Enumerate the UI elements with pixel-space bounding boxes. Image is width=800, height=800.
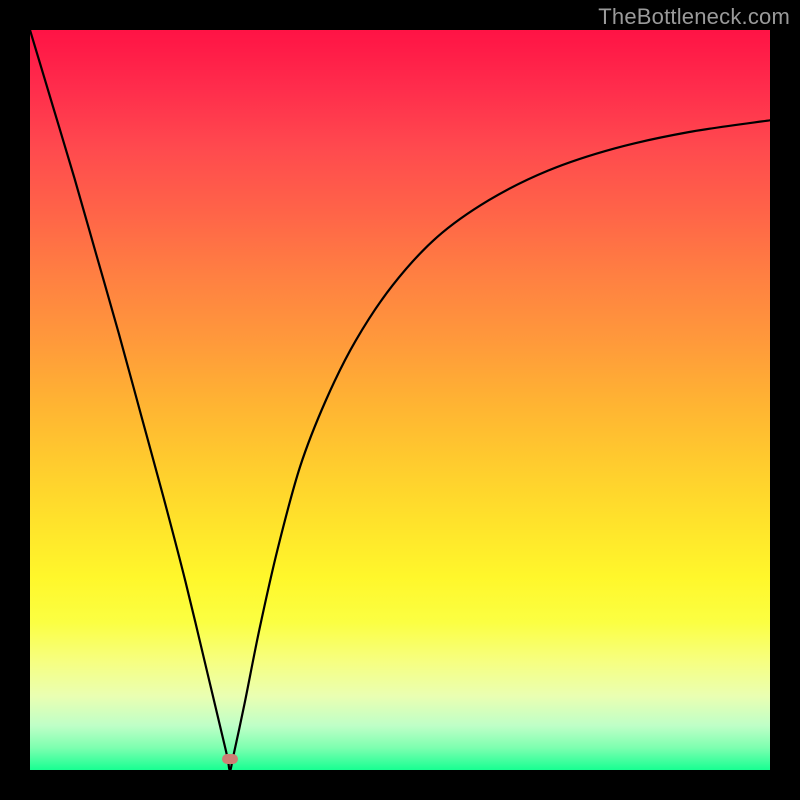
watermark-text: TheBottleneck.com <box>598 4 790 30</box>
plot-area <box>30 30 770 770</box>
minimum-marker <box>222 754 238 764</box>
bottleneck-curve <box>30 30 770 770</box>
chart-frame: TheBottleneck.com <box>0 0 800 800</box>
